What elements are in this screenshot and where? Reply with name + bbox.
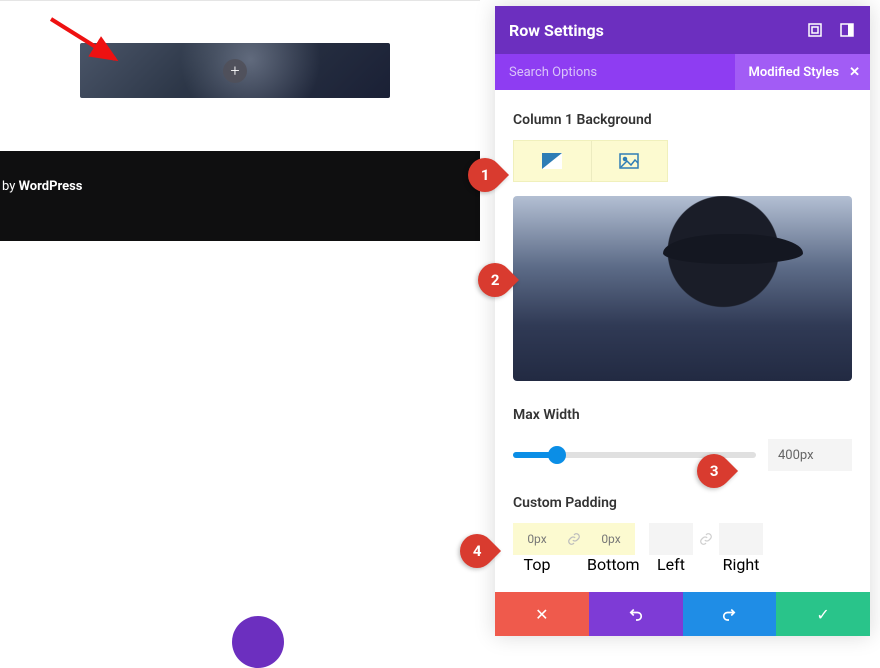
- cap-bottom: Bottom: [587, 555, 635, 574]
- undo-button[interactable]: [589, 592, 683, 636]
- background-image-tab[interactable]: [591, 141, 668, 181]
- link-icon[interactable]: [693, 523, 719, 555]
- cap-right: Right: [719, 555, 763, 574]
- padding-label: Custom Padding: [513, 495, 852, 511]
- padding-bottom-input[interactable]: 0px: [587, 523, 635, 555]
- cap-top: Top: [513, 555, 561, 574]
- background-section-label: Column 1 Background: [513, 112, 852, 128]
- panel-title: Row Settings: [509, 21, 604, 40]
- close-icon[interactable]: ✕: [849, 65, 860, 80]
- background-color-tab[interactable]: [514, 141, 591, 181]
- padding-left-input[interactable]: [649, 523, 693, 555]
- panel-subheader: Search Options Modified Styles ✕: [495, 54, 870, 90]
- padding-right-input[interactable]: [719, 523, 763, 555]
- page-canvas: + by WordPress: [0, 0, 480, 642]
- footer-prefix: by: [2, 179, 19, 194]
- save-button[interactable]: ✓: [776, 592, 870, 636]
- redo-button[interactable]: [683, 592, 777, 636]
- background-type-tabs: [513, 140, 668, 182]
- cancel-button[interactable]: ✕: [495, 592, 589, 636]
- modified-styles-pill[interactable]: Modified Styles ✕: [735, 54, 870, 90]
- link-icon[interactable]: [561, 523, 587, 555]
- maxwidth-label: Max Width: [513, 407, 852, 423]
- panel-actions: ✕ ✓: [495, 592, 870, 636]
- builder-fab[interactable]: [232, 616, 284, 668]
- dock-icon[interactable]: [838, 21, 856, 39]
- cap-left: Left: [649, 555, 693, 574]
- footer-brand: WordPress: [19, 179, 83, 194]
- background-image-preview[interactable]: [513, 196, 852, 381]
- slider-knob[interactable]: [548, 446, 566, 464]
- theme-footer: by WordPress: [0, 151, 480, 241]
- maxwidth-input[interactable]: 400px: [768, 439, 852, 471]
- padding-top-input[interactable]: 0px: [513, 523, 561, 555]
- row-preview[interactable]: +: [80, 43, 390, 98]
- search-options[interactable]: Search Options: [495, 65, 735, 80]
- panel-body: Column 1 Background Max Width 400px Cust…: [495, 90, 870, 592]
- add-module-button[interactable]: +: [223, 59, 247, 83]
- panel-header: Row Settings: [495, 6, 870, 54]
- pill-label: Modified Styles: [749, 65, 840, 80]
- row-settings-panel: Row Settings Search Options Modified Sty…: [495, 6, 870, 636]
- expand-icon[interactable]: [806, 21, 824, 39]
